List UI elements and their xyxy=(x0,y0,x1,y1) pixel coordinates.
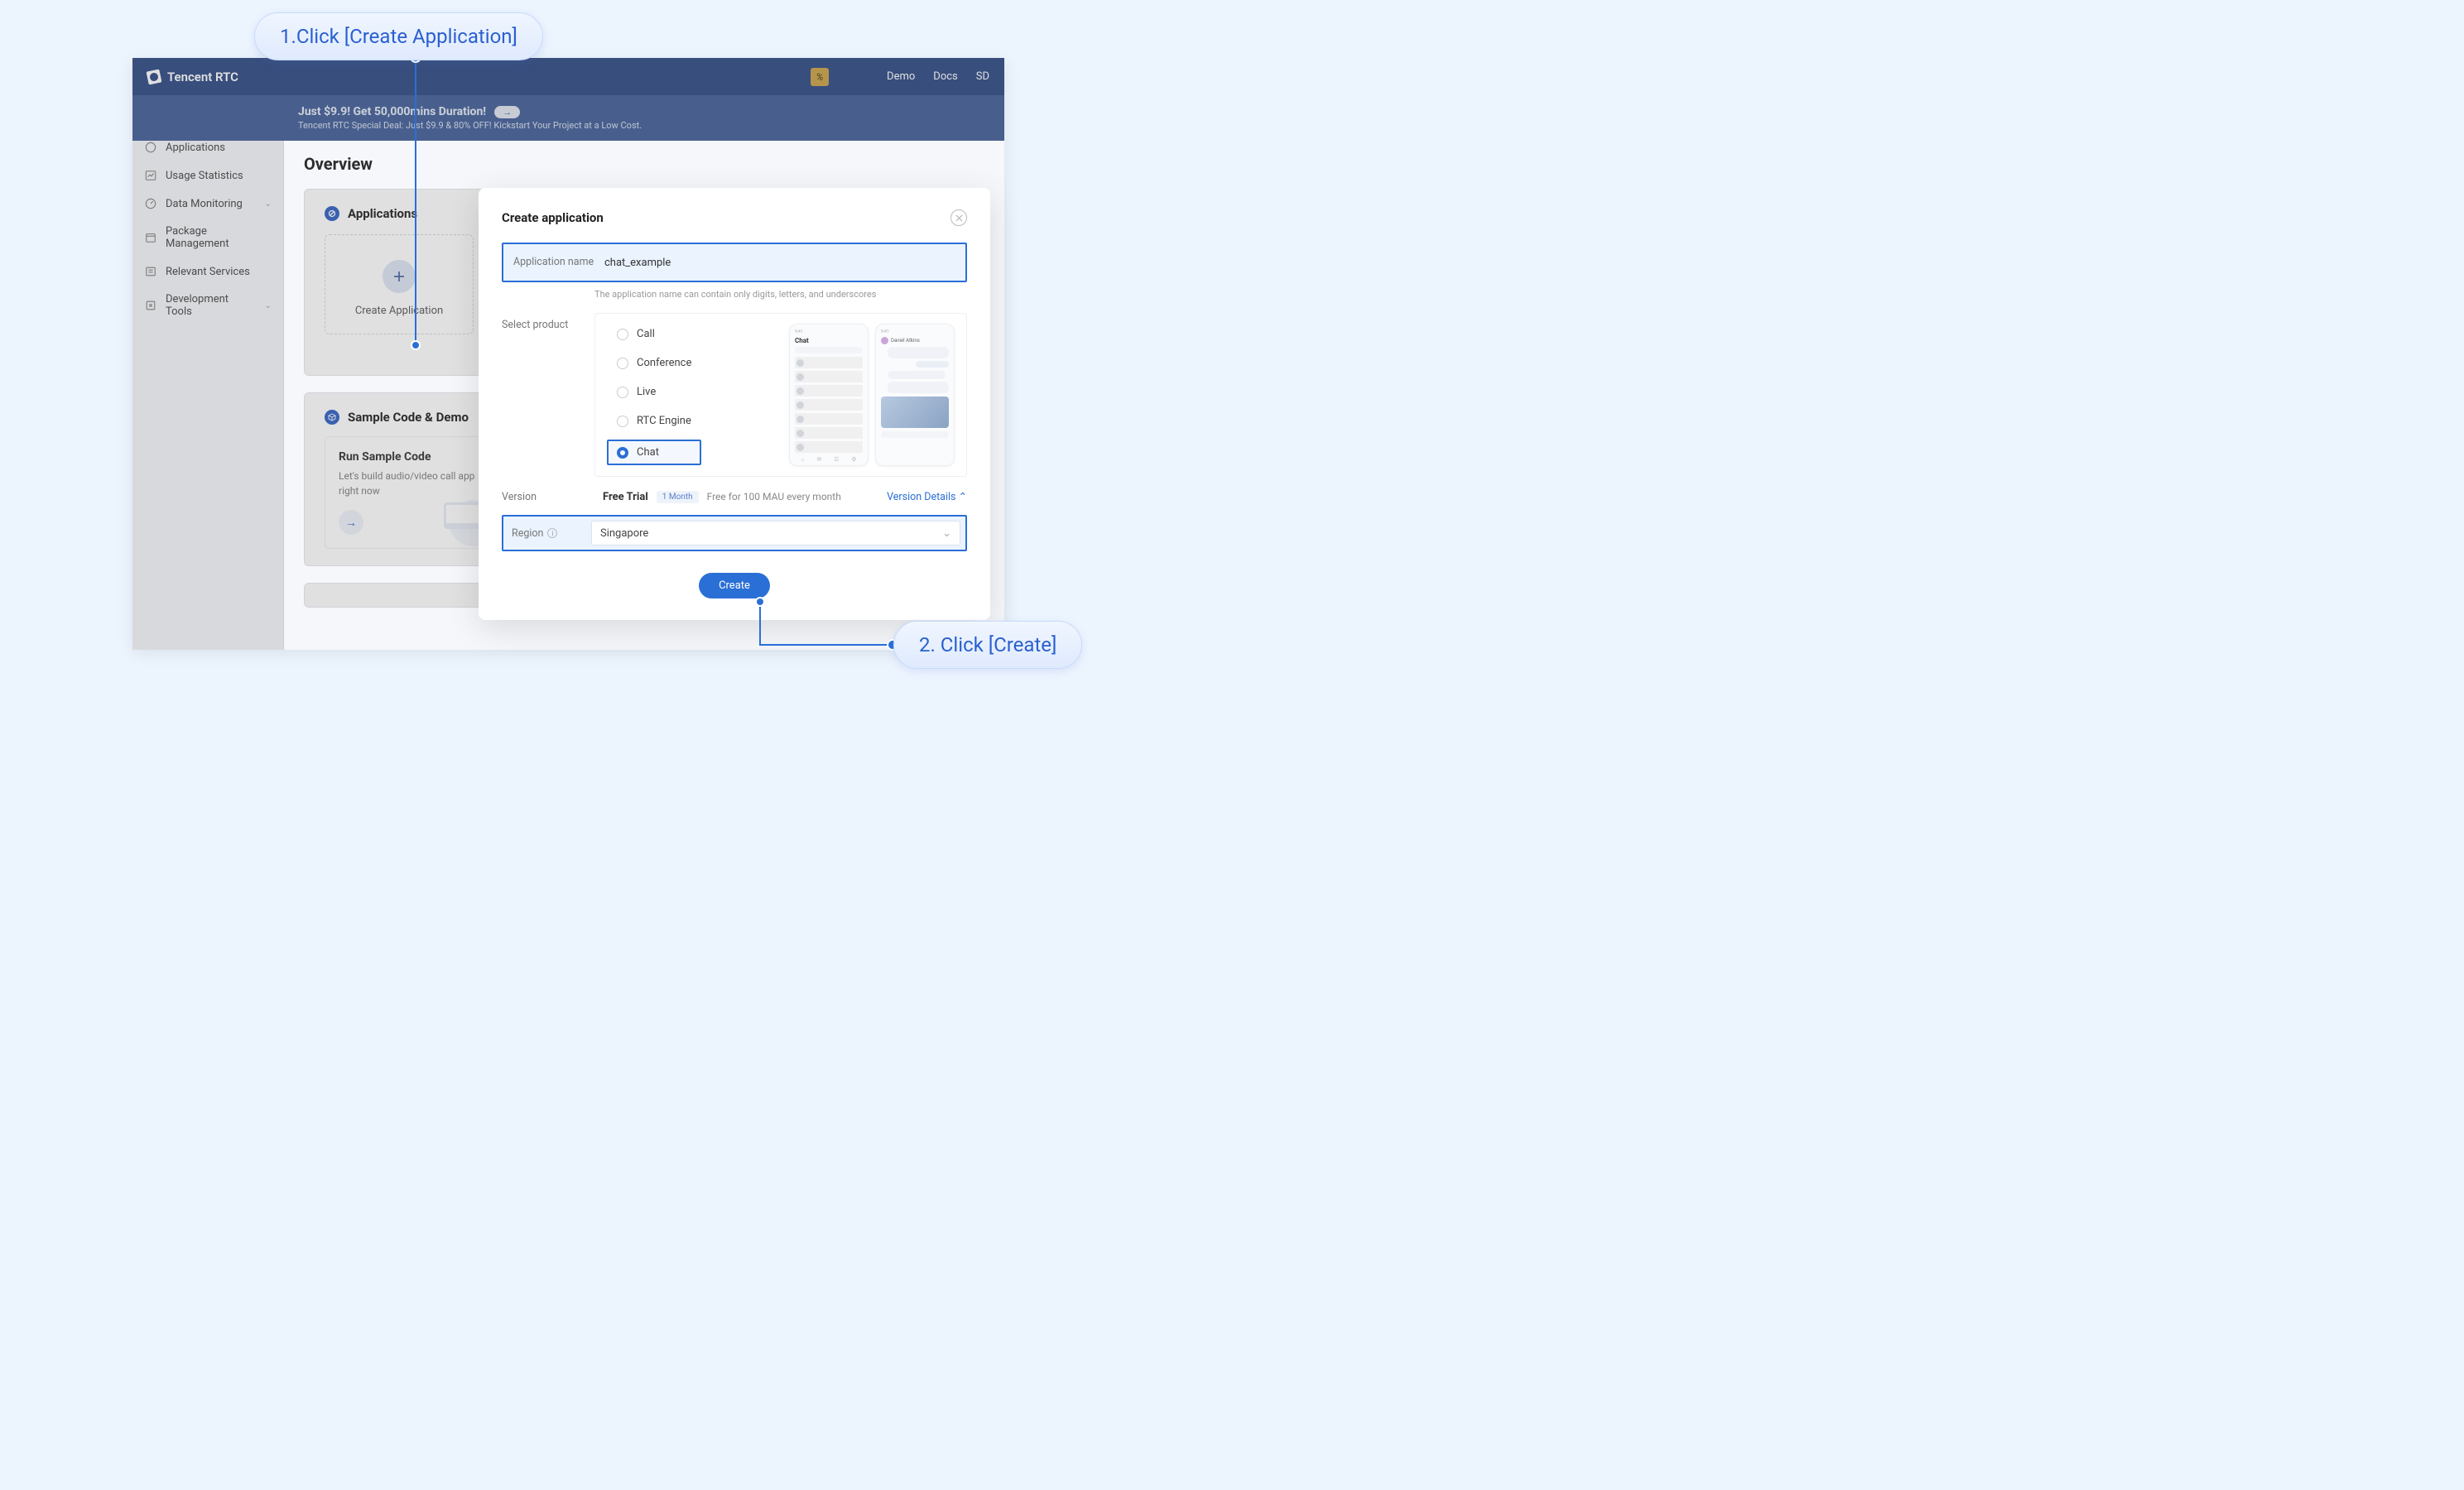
chevron-up-icon: ⌃ xyxy=(959,490,967,503)
leader-dot-1b xyxy=(412,342,419,348)
version-label: Version xyxy=(502,491,594,503)
create-button[interactable]: Create xyxy=(699,573,770,598)
promo-banner[interactable]: Just $9.9! Get 50,000mins Duration! → Te… xyxy=(132,95,1004,141)
package-icon xyxy=(144,231,157,244)
product-options: Call Conference Live RTC Engine Chat xyxy=(607,324,701,466)
close-icon xyxy=(955,214,963,222)
version-details-link[interactable]: Version Details ⌃ xyxy=(887,490,967,503)
apps-card-label: Applications xyxy=(348,206,417,221)
nav-label: Data Monitoring xyxy=(166,198,243,210)
sidebar-item-services[interactable]: Relevant Services xyxy=(132,257,283,286)
app-name-hint: The application name can contain only di… xyxy=(594,289,967,300)
radio-icon xyxy=(617,358,628,369)
region-row: Region i Singapore ⌄ xyxy=(502,515,967,551)
radio-icon xyxy=(617,447,628,459)
nav-label: Applications xyxy=(166,142,225,154)
application-name-row: Application name chat_example xyxy=(502,243,967,282)
tools-icon xyxy=(144,299,157,312)
create-application-label: Create Application xyxy=(355,305,443,317)
region-selected-value: Singapore xyxy=(600,527,648,540)
leader-line-1 xyxy=(415,59,416,345)
product-option-call[interactable]: Call xyxy=(607,324,701,344)
radio-icon xyxy=(617,387,628,398)
product-option-rtc[interactable]: RTC Engine xyxy=(607,411,701,431)
app-name-label: Application name xyxy=(503,250,596,268)
apps-card-icon xyxy=(325,206,339,221)
page-title: Overview xyxy=(304,154,984,174)
toplink-docs[interactable]: Docs xyxy=(933,70,957,83)
services-icon xyxy=(144,265,157,278)
modal-title: Create application xyxy=(502,210,604,225)
gauge-icon xyxy=(144,197,157,210)
app-viewport: Tencent RTC % Demo Docs SD Overview Appl… xyxy=(132,58,1004,650)
leader-line-2v xyxy=(759,603,761,645)
version-desc: Free for 100 MAU every month xyxy=(707,491,841,502)
sidebar-item-usage[interactable]: Usage Statistics xyxy=(132,161,283,190)
version-name: Free Trial xyxy=(603,491,648,503)
brand-text: Tencent RTC xyxy=(167,70,238,84)
select-product-label: Select product xyxy=(502,313,594,331)
sidebar-item-package[interactable]: Package Management xyxy=(132,218,283,257)
create-application-button[interactable] xyxy=(383,260,416,293)
nav-label: Package Management xyxy=(166,225,272,250)
chevron-down-icon: ⌄ xyxy=(265,301,272,310)
toplink-demo[interactable]: Demo xyxy=(887,70,915,83)
compass-icon xyxy=(144,141,157,154)
promo-scroll-icon[interactable]: % xyxy=(811,68,829,86)
chevron-down-icon: ⌄ xyxy=(265,199,272,209)
sample-card-label: Sample Code & Demo xyxy=(348,410,469,425)
create-application-modal: Create application Application name chat… xyxy=(479,188,990,620)
preview-phone-2: 9:41 Daniel Atkins xyxy=(875,324,955,466)
sidebar-item-devtools[interactable]: Development Tools ⌄ xyxy=(132,286,283,325)
leader-dot-2a xyxy=(757,598,763,605)
application-name-input[interactable]: chat_example xyxy=(596,250,955,275)
arrow-icon: → xyxy=(494,106,520,118)
cube-icon xyxy=(325,410,339,425)
promo-subtitle: Tencent RTC Special Deal: Just $9.9 & 80… xyxy=(298,120,989,131)
toplink-sdk[interactable]: SD xyxy=(976,70,989,83)
brand-logo-icon xyxy=(147,69,162,84)
brand[interactable]: Tencent RTC xyxy=(147,70,238,84)
chart-icon xyxy=(144,169,157,182)
close-button[interactable] xyxy=(950,209,967,226)
nav-label: Usage Statistics xyxy=(166,170,243,182)
preview-phone-1: 9:41 Chat ⌂✉☰⚙ xyxy=(789,324,869,466)
top-links: % Demo Docs SD xyxy=(811,68,989,86)
promo-title: Just $9.9! Get 50,000mins Duration! xyxy=(298,105,486,118)
radio-icon xyxy=(617,416,628,427)
version-duration-pill: 1 Month xyxy=(657,491,699,503)
topbar: Tencent RTC % Demo Docs SD xyxy=(132,58,1004,95)
tutorial-callout-1: 1.Click [Create Application] xyxy=(254,12,543,60)
product-preview: 9:41 Chat ⌂✉☰⚙ xyxy=(789,324,955,466)
product-option-chat[interactable]: Chat xyxy=(607,440,701,465)
nav-label: Relevant Services xyxy=(166,266,250,278)
run-arrow-button[interactable]: → xyxy=(339,510,363,535)
leader-line-2h xyxy=(759,644,892,646)
version-row: Version Free Trial 1 Month Free for 100 … xyxy=(502,490,967,503)
tutorial-callout-2: 2. Click [Create] xyxy=(893,621,1082,669)
sidebar: Overview Applications Usage Statistics D… xyxy=(132,95,284,650)
info-icon[interactable]: i xyxy=(547,528,557,538)
radio-icon xyxy=(617,329,628,340)
region-label: Region xyxy=(512,527,543,540)
nav-label: Development Tools xyxy=(166,293,257,318)
create-application-box: Create Application xyxy=(325,234,474,334)
run-title: Run Sample Code xyxy=(339,450,493,464)
product-option-live[interactable]: Live xyxy=(607,382,701,402)
region-select[interactable]: Singapore ⌄ xyxy=(591,521,960,546)
sidebar-item-monitoring[interactable]: Data Monitoring ⌄ xyxy=(132,190,283,218)
select-product-row: Select product Call Conference Live RTC … xyxy=(502,313,967,477)
chevron-down-icon: ⌄ xyxy=(942,527,951,540)
product-option-conference[interactable]: Conference xyxy=(607,353,701,373)
plus-icon xyxy=(392,270,406,283)
